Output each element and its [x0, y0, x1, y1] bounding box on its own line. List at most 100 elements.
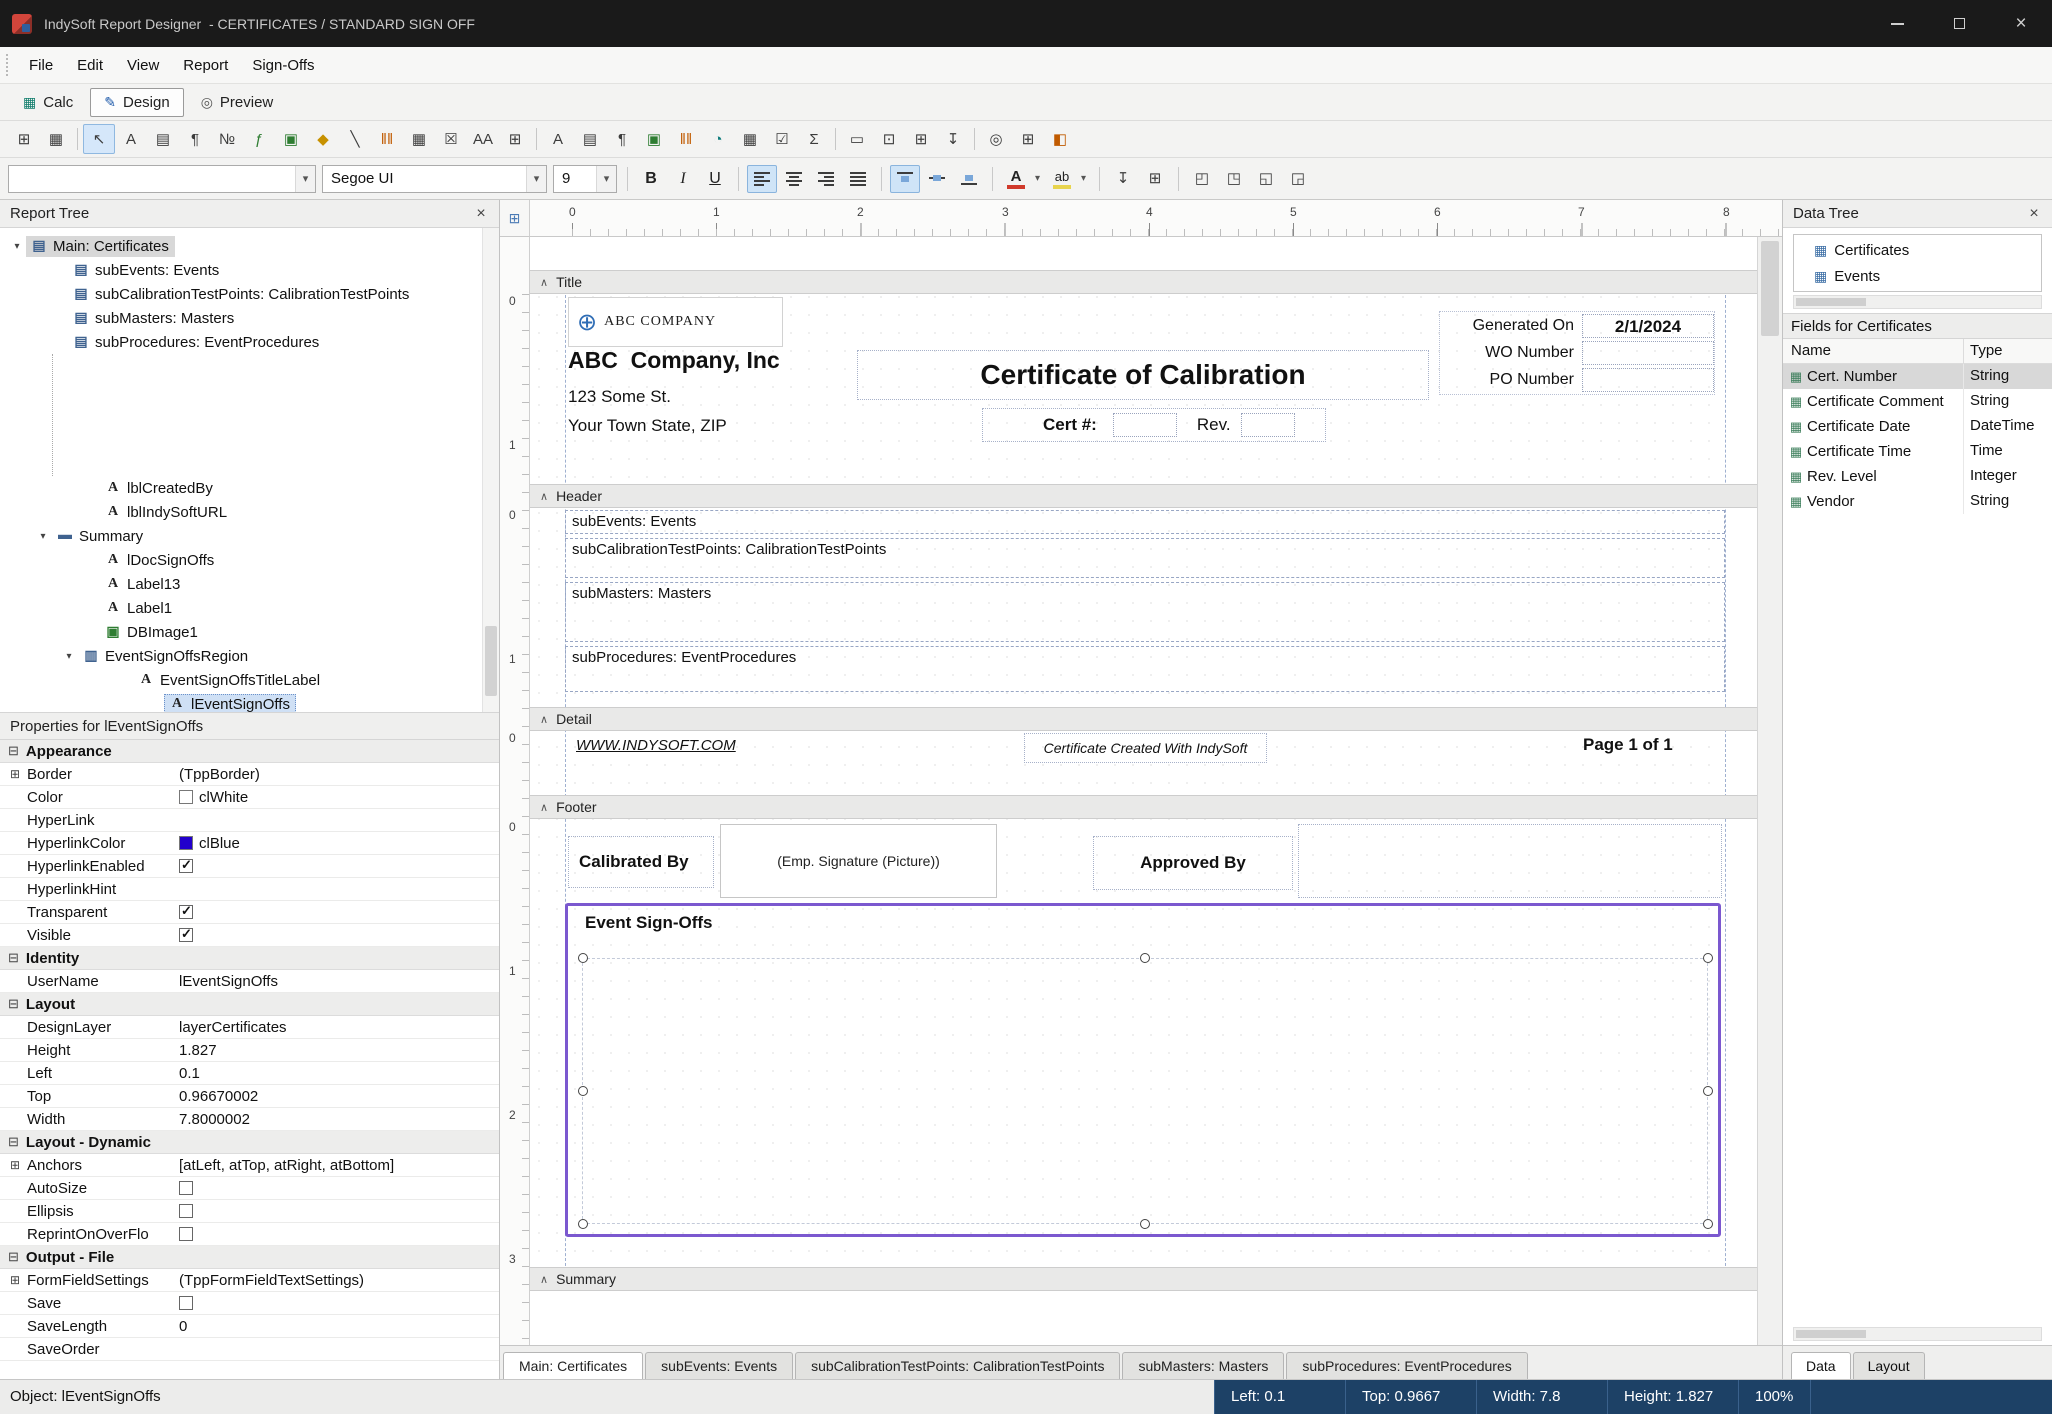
property-section[interactable]: ⊟ Output - File: [0, 1246, 499, 1269]
property-row[interactable]: Save: [0, 1292, 499, 1315]
align-justify-button[interactable]: [843, 165, 873, 193]
selection-handle[interactable]: [1140, 1219, 1150, 1229]
selection-handle[interactable]: [1703, 953, 1713, 963]
minimize-button[interactable]: [1866, 0, 1928, 47]
checkbox[interactable]: [179, 1227, 193, 1241]
approved-by-label[interactable]: Approved By: [1093, 836, 1293, 890]
checkbox-tool-icon[interactable]: ☒: [435, 124, 467, 154]
property-value[interactable]: [atLeft, atTop, atRight, atBottom]: [179, 1157, 499, 1174]
close-icon[interactable]: ×: [471, 205, 491, 223]
property-value[interactable]: [179, 928, 499, 942]
property-value[interactable]: layerCertificates: [179, 1019, 499, 1036]
search-tool-icon[interactable]: ◎: [980, 124, 1012, 154]
report-page[interactable]: ∧ Title ∧ Header ∧ Detail ∧ Footer: [530, 237, 1757, 1345]
property-row[interactable]: Visible: [0, 924, 499, 947]
website-label[interactable]: WWW.INDYSOFT.COM: [576, 737, 736, 754]
property-value[interactable]: [179, 1227, 499, 1241]
expand-icon[interactable]: ⊞: [10, 1158, 27, 1172]
move-forward-button[interactable]: ◳: [1219, 165, 1249, 193]
certificate-title-label[interactable]: Certificate of Calibration: [857, 350, 1429, 400]
selection-handle[interactable]: [578, 953, 588, 963]
approved-signature-region[interactable]: [1298, 824, 1722, 898]
tree-expander-icon[interactable]: ▾: [8, 241, 26, 252]
property-value[interactable]: [179, 1296, 499, 1310]
property-value[interactable]: 0.1: [179, 1065, 499, 1082]
property-row[interactable]: Ellipsis: [0, 1200, 499, 1223]
property-row[interactable]: Height 1.827: [0, 1039, 499, 1062]
property-row[interactable]: HyperlinkHint: [0, 878, 499, 901]
shape-tool-icon[interactable]: ◆: [307, 124, 339, 154]
dbtext-tool-icon[interactable]: A: [542, 124, 574, 154]
collapse-icon[interactable]: ⊟: [8, 1249, 19, 1265]
italic-button[interactable]: I: [668, 165, 698, 193]
dbrichtext-tool-icon[interactable]: ¶: [606, 124, 638, 154]
dbmemo-tool-icon[interactable]: ▤: [574, 124, 606, 154]
ruler-corner-icon[interactable]: ⊞: [500, 200, 530, 237]
signature-placeholder[interactable]: (Emp. Signature (Picture)): [720, 824, 997, 898]
property-value[interactable]: 1.827: [179, 1042, 499, 1059]
scrollbar-thumb[interactable]: [485, 626, 497, 696]
field-row[interactable]: ▦ Certificate Date DateTime: [1783, 414, 2052, 439]
property-value[interactable]: 0.96670002: [179, 1088, 499, 1105]
highlight-color-dropdown[interactable]: ▾: [1076, 165, 1091, 193]
image-tool-icon[interactable]: ▣: [275, 124, 307, 154]
tree-expander-icon[interactable]: ▾: [60, 651, 78, 662]
style-combo[interactable]: ▾: [8, 165, 316, 193]
anchor-button[interactable]: ↧: [1108, 165, 1138, 193]
property-row[interactable]: HyperLink: [0, 809, 499, 832]
po-number-field[interactable]: [1582, 368, 1714, 392]
dbcalc-tool-icon[interactable]: Σ: [798, 124, 830, 154]
collapse-icon[interactable]: ⊟: [8, 996, 19, 1012]
close-icon[interactable]: ×: [2024, 205, 2044, 223]
collapse-band-icon[interactable]: ∧: [540, 490, 548, 503]
property-value[interactable]: 0: [179, 1318, 499, 1335]
font-name-combo[interactable]: Segoe UI ▾: [322, 165, 547, 193]
collapse-band-icon[interactable]: ∧: [540, 713, 548, 726]
align-top-button[interactable]: [890, 165, 920, 193]
font-color-button[interactable]: A: [1001, 165, 1031, 193]
selection-handle[interactable]: [1140, 953, 1150, 963]
tree-item[interactable]: ▣ DBImage1: [0, 620, 499, 644]
property-value[interactable]: [179, 1181, 499, 1195]
tree-item[interactable]: A EventSignOffsTitleLabel: [0, 668, 499, 692]
tree-item[interactable]: ▾ ▥ EventSignOffsRegion: [0, 644, 499, 668]
tree-item[interactable]: ▾ ▬ Summary: [0, 524, 499, 548]
property-value[interactable]: clBlue: [179, 835, 499, 852]
property-row[interactable]: ReprintOnOverFlo: [0, 1223, 499, 1246]
collapse-band-icon[interactable]: ∧: [540, 1273, 548, 1286]
page-setup-icon[interactable]: ⊞: [8, 124, 40, 154]
column-header-name[interactable]: Name: [1783, 339, 1963, 363]
property-row[interactable]: Top 0.96670002: [0, 1085, 499, 1108]
db2dbarcode-tool-icon[interactable]: ▦: [734, 124, 766, 154]
company-logo[interactable]: ⊕ ABC COMPANY: [568, 297, 783, 347]
tree-item[interactable]: ▤ subEvents: Events: [0, 258, 499, 282]
property-row[interactable]: Color clWhite: [0, 786, 499, 809]
page-tab[interactable]: subEvents: Events: [645, 1352, 793, 1379]
collapse-icon[interactable]: ⊟: [8, 743, 19, 759]
send-to-back-button[interactable]: ◲: [1283, 165, 1313, 193]
dbbarcode-tool-icon[interactable]: ‖‖: [670, 124, 702, 154]
data-tree-scrollbar[interactable]: [1793, 295, 2042, 309]
checkbox[interactable]: [179, 1181, 193, 1195]
selection-handle[interactable]: [1703, 1086, 1713, 1096]
field-row[interactable]: ▦ Certificate Comment String: [1783, 389, 2052, 414]
checkbox[interactable]: [179, 859, 193, 873]
menu-item[interactable]: View: [115, 50, 171, 81]
page-number-label[interactable]: Page 1 of 1: [1583, 735, 1673, 755]
property-row[interactable]: SaveLength 0: [0, 1315, 499, 1338]
generated-on-value[interactable]: 2/1/2024: [1582, 314, 1714, 338]
checkbox[interactable]: [179, 928, 193, 942]
font-size-combo[interactable]: 9 ▾: [553, 165, 617, 193]
scrollbar-thumb[interactable]: [1761, 241, 1779, 336]
bold-button[interactable]: B: [636, 165, 666, 193]
subreport-events[interactable]: subEvents: Events: [565, 510, 1725, 534]
band-header-header[interactable]: ∧ Header: [530, 484, 1757, 508]
panel-tab[interactable]: Data: [1791, 1352, 1851, 1379]
expand-icon[interactable]: ⊞: [10, 767, 27, 781]
field-row[interactable]: ▦ Cert. Number String: [1783, 364, 2052, 389]
property-row[interactable]: HyperlinkColor clBlue: [0, 832, 499, 855]
tree-item[interactable]: A lblIndySoftURL: [0, 500, 499, 524]
menu-item[interactable]: Edit: [65, 50, 115, 81]
dbchart-tool-icon[interactable]: ◔: [702, 124, 734, 154]
address-line2-label[interactable]: Your Town State, ZIP: [568, 416, 727, 436]
